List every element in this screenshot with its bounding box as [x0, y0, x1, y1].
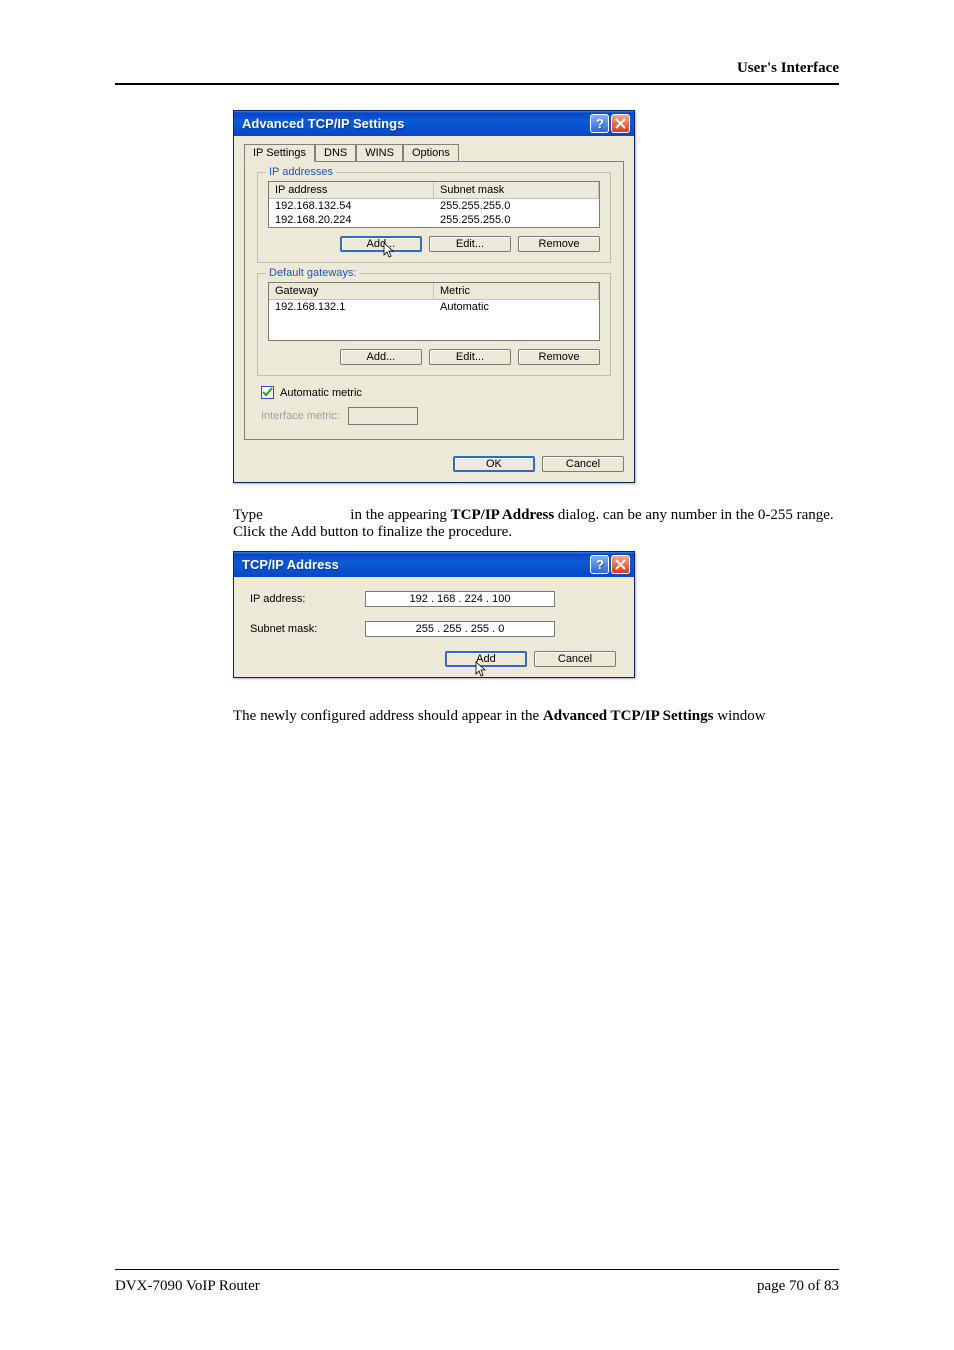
- titlebar[interactable]: TCP/IP Address ?: [234, 552, 634, 577]
- tab-wins[interactable]: WINS: [356, 144, 403, 162]
- add-button[interactable]: Add...: [340, 349, 422, 365]
- interface-metric-input: [348, 407, 418, 425]
- cell-mask: 255.255.255.0: [434, 199, 599, 213]
- list-row[interactable]: 192.168.20.224 255.255.255.0: [269, 213, 599, 227]
- col-ip: IP address: [269, 182, 434, 199]
- cursor-icon: [383, 242, 397, 260]
- tabs: IP Settings DNS WINS Options: [244, 144, 624, 162]
- page-header: User's Interface: [115, 60, 839, 85]
- ip-addresses-group: IP addresses IP address Subnet mask 192.…: [257, 172, 611, 263]
- advanced-tcpip-dialog: Advanced TCP/IP Settings ? IP Settings D…: [233, 110, 635, 483]
- help-icon[interactable]: ?: [590, 114, 609, 133]
- cancel-button[interactable]: Cancel: [534, 651, 616, 667]
- list-row[interactable]: 192.168.132.1 Automatic: [269, 300, 599, 314]
- tcpip-address-dialog: TCP/IP Address ? IP address: 192 . 168 .…: [233, 551, 635, 678]
- cancel-button[interactable]: Cancel: [542, 456, 624, 472]
- footer-page: page 70 of 83: [757, 1278, 839, 1295]
- automatic-metric-checkbox[interactable]: [261, 386, 274, 399]
- check-icon: [262, 387, 273, 398]
- remove-button[interactable]: Remove: [518, 236, 600, 252]
- col-gateway: Gateway: [269, 283, 434, 300]
- tab-dns[interactable]: DNS: [315, 144, 356, 162]
- interface-metric-label: Interface metric:: [261, 410, 340, 422]
- tab-panel: IP addresses IP address Subnet mask 192.…: [244, 161, 624, 440]
- add-button[interactable]: Add...: [340, 236, 422, 252]
- edit-button[interactable]: Edit...: [429, 349, 511, 365]
- window-title: TCP/IP Address: [242, 557, 339, 572]
- remove-button[interactable]: Remove: [518, 349, 600, 365]
- svg-text:?: ?: [596, 558, 604, 571]
- edit-button[interactable]: Edit...: [429, 236, 511, 252]
- ip-address-input[interactable]: 192 . 168 . 224 . 100: [365, 591, 555, 607]
- window-title: Advanced TCP/IP Settings: [242, 116, 404, 131]
- automatic-metric-label: Automatic metric: [280, 387, 362, 399]
- ok-button[interactable]: OK: [453, 456, 535, 472]
- cell-ip: 192.168.20.224: [269, 213, 434, 227]
- cell-gateway: 192.168.132.1: [269, 300, 434, 314]
- cell-metric: Automatic: [434, 300, 599, 314]
- cursor-icon: [475, 661, 489, 679]
- page-footer: DVX-7090 VoIP Router page 70 of 83: [115, 1269, 839, 1295]
- svg-text:?: ?: [596, 117, 604, 130]
- ip-list[interactable]: IP address Subnet mask 192.168.132.54 25…: [268, 181, 600, 228]
- footer-product: DVX-7090 VoIP Router: [115, 1278, 260, 1295]
- tab-options[interactable]: Options: [403, 144, 459, 162]
- instruction-text-2: The newly configured address should appe…: [233, 708, 838, 725]
- subnet-mask-input[interactable]: 255 . 255 . 255 . 0: [365, 621, 555, 637]
- titlebar[interactable]: Advanced TCP/IP Settings ?: [234, 111, 634, 136]
- close-icon[interactable]: [611, 555, 630, 574]
- col-mask: Subnet mask: [434, 182, 599, 199]
- instruction-text-1: Type in the appearing TCP/IP Address dia…: [233, 507, 838, 541]
- close-icon[interactable]: [611, 114, 630, 133]
- subnet-mask-label: Subnet mask:: [250, 623, 365, 635]
- gateway-list[interactable]: Gateway Metric 192.168.132.1 Automatic: [268, 282, 600, 341]
- cell-mask: 255.255.255.0: [434, 213, 599, 227]
- add-button[interactable]: Add: [445, 651, 527, 667]
- group-title: Default gateways:: [266, 267, 359, 279]
- ip-address-label: IP address:: [250, 593, 365, 605]
- tab-ip-settings[interactable]: IP Settings: [244, 144, 315, 162]
- col-metric: Metric: [434, 283, 599, 300]
- cell-ip: 192.168.132.54: [269, 199, 434, 213]
- list-row[interactable]: 192.168.132.54 255.255.255.0: [269, 199, 599, 213]
- help-icon[interactable]: ?: [590, 555, 609, 574]
- default-gateways-group: Default gateways: Gateway Metric 192.168…: [257, 273, 611, 376]
- group-title: IP addresses: [266, 166, 336, 178]
